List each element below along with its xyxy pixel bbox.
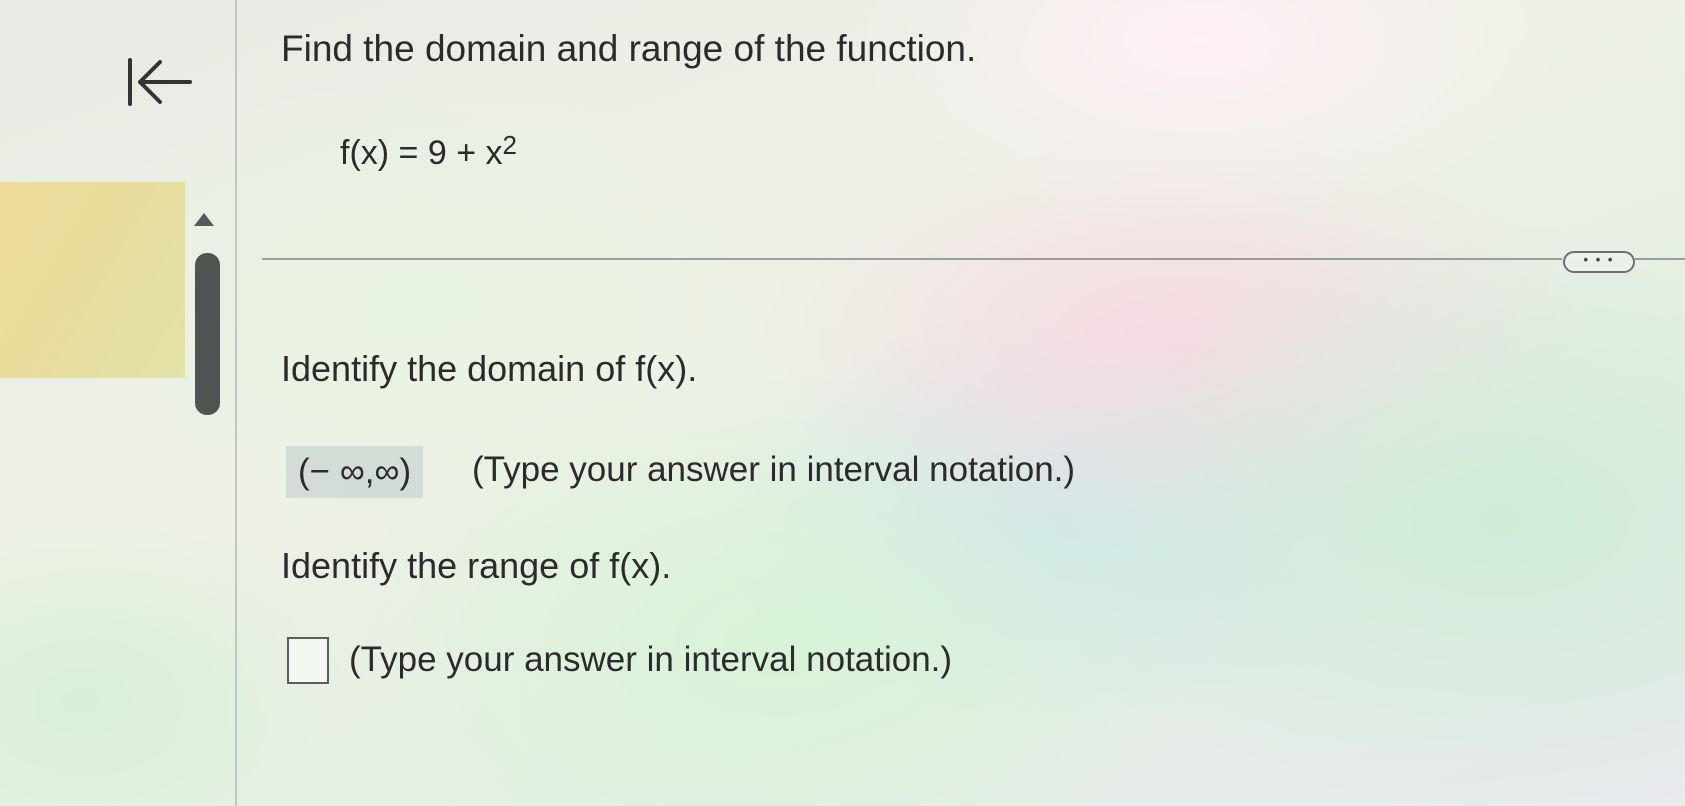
function-equation: f(x) = 9 + x2 [340, 130, 517, 173]
scrollbar-thumb[interactable] [195, 253, 220, 415]
back-to-start-icon [128, 58, 192, 106]
more-options-button[interactable]: • • • [1563, 251, 1635, 273]
back-to-start-button[interactable] [124, 52, 196, 108]
domain-answer-field[interactable]: (− ∞,∞) [286, 446, 424, 498]
domain-hint: (Type your answer in interval notation.) [472, 450, 1076, 489]
question-list-panel[interactable] [0, 182, 185, 378]
range-hint: (Type your answer in interval notation.) [349, 640, 953, 679]
equation-exponent: 2 [502, 130, 517, 160]
range-prompt: Identify the range of f(x). [281, 545, 672, 586]
equation-base: f(x) = 9 + x [340, 134, 503, 172]
section-divider-end [1635, 258, 1685, 260]
domain-prompt: Identify the domain of f(x). [281, 348, 698, 389]
left-sidebar [0, 0, 237, 806]
question-title: Find the domain and range of the functio… [281, 28, 977, 69]
scroll-up-button[interactable] [194, 213, 214, 226]
range-answer-input[interactable] [287, 637, 329, 684]
section-divider [262, 258, 1562, 260]
